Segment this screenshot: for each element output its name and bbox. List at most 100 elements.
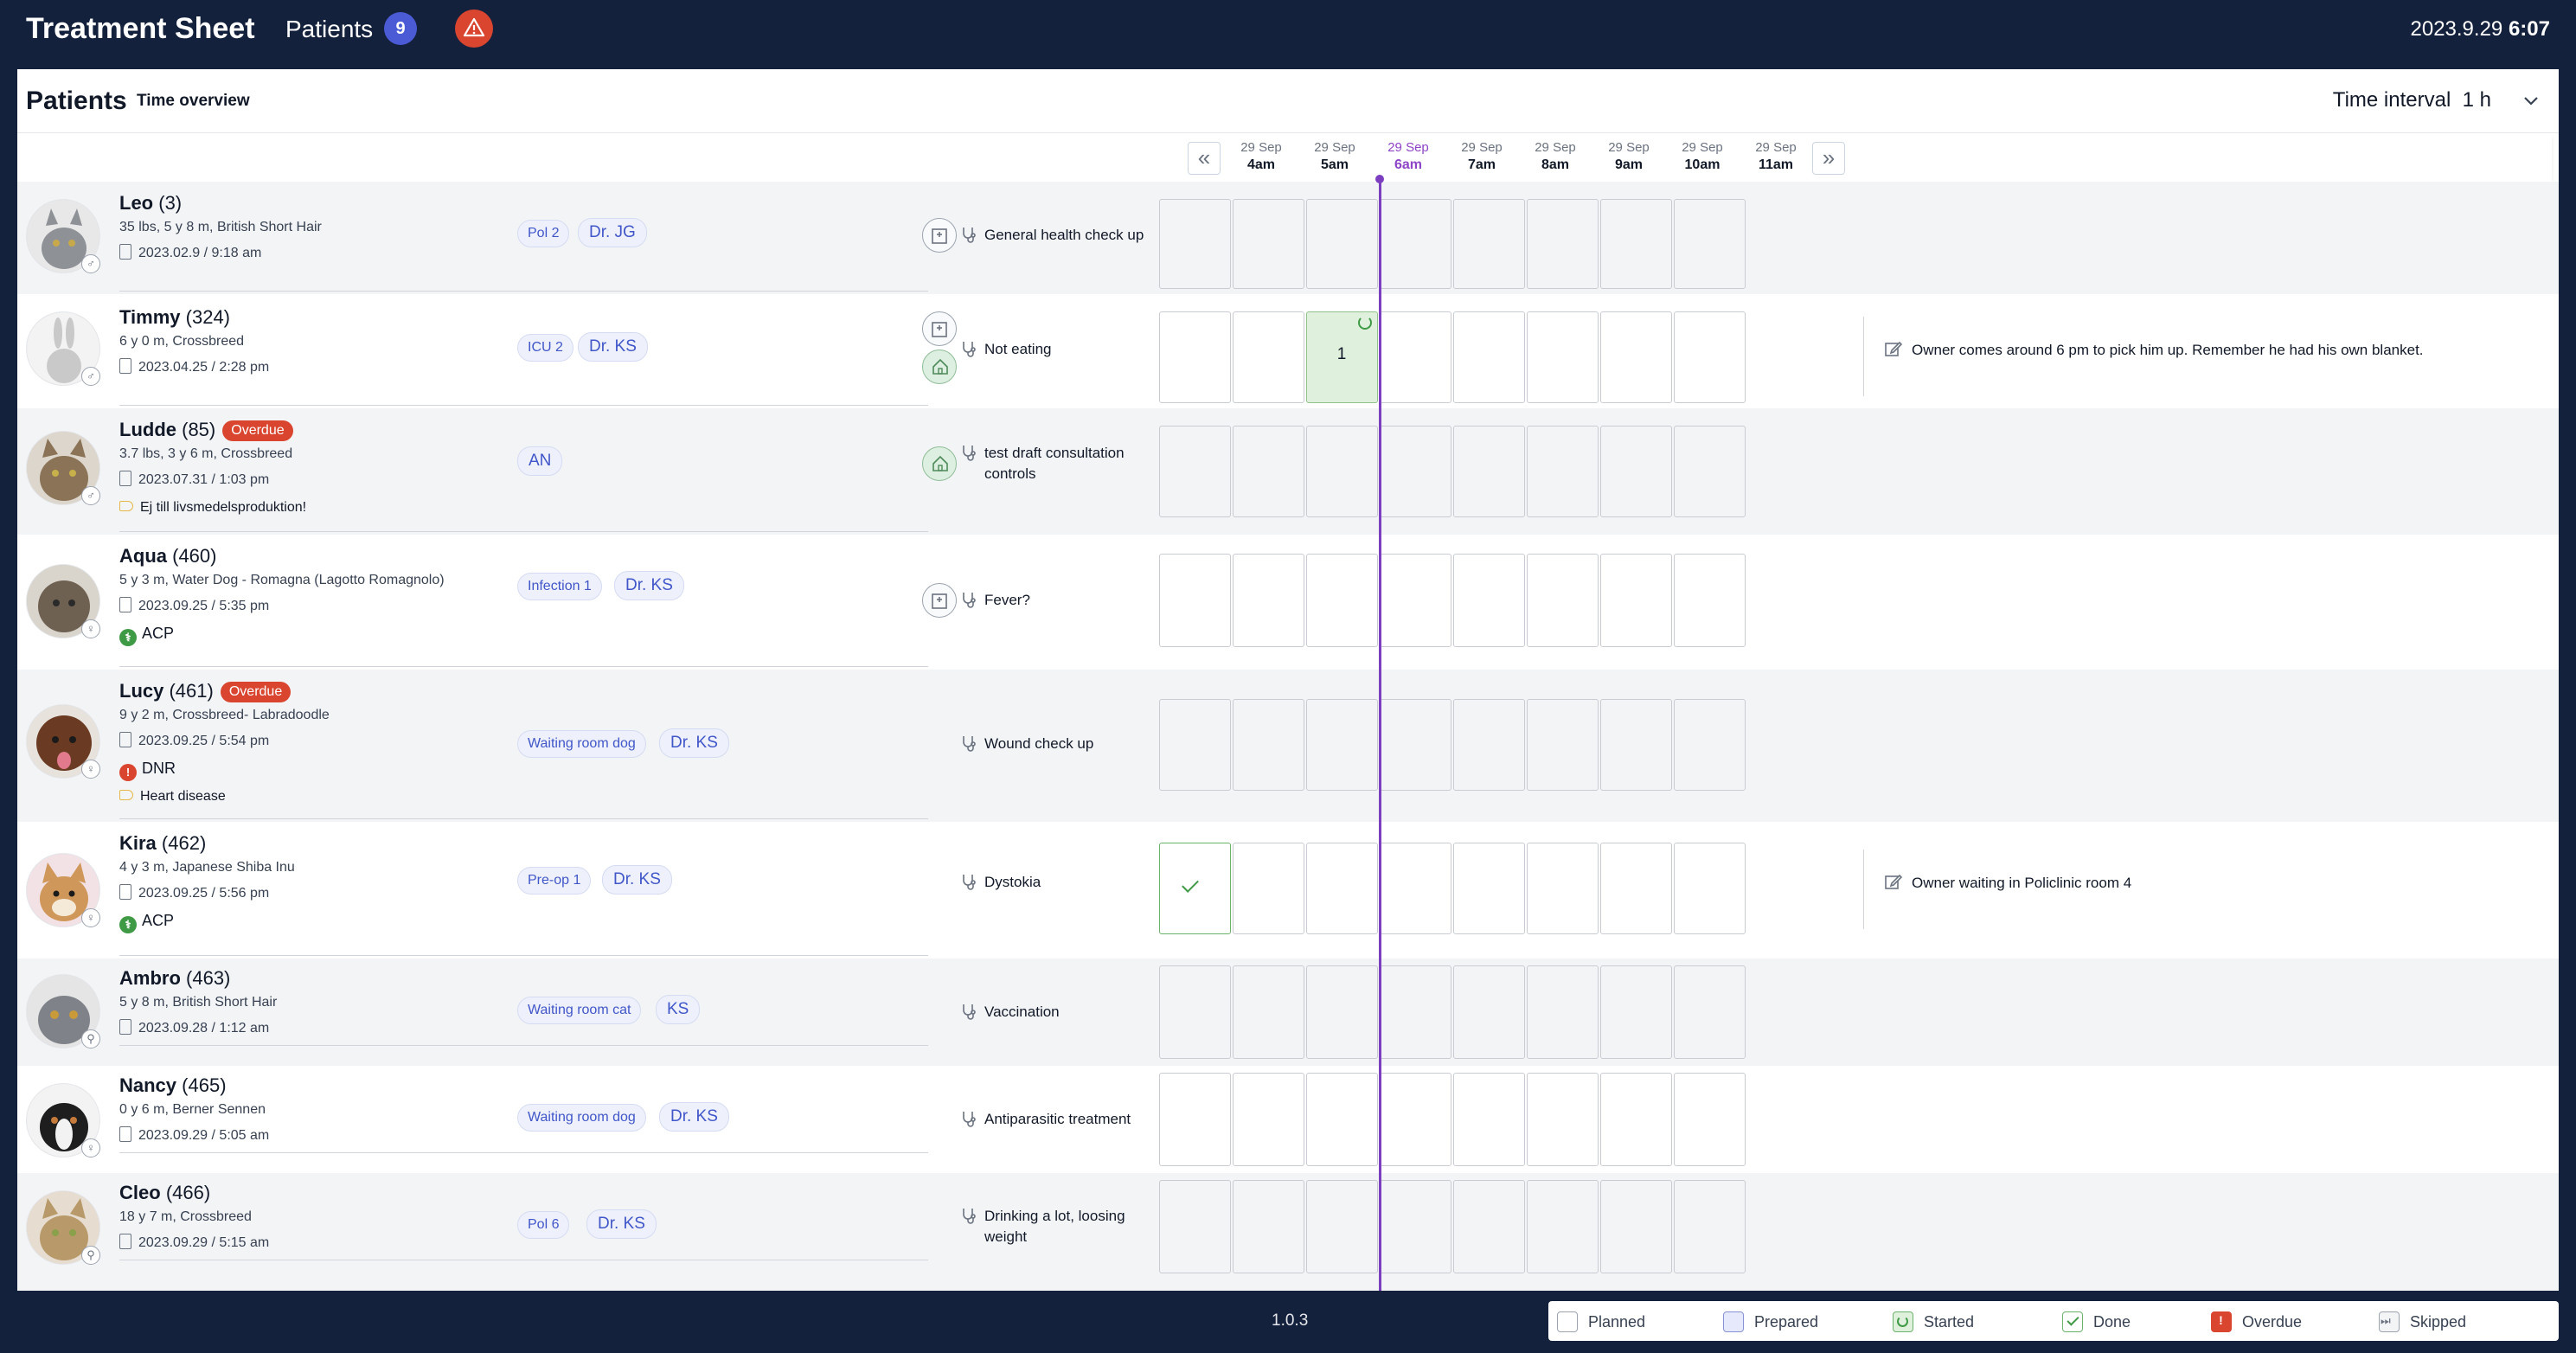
patient-row[interactable]: ♀ Aqua (460) 5 y 3 m, Water Dog - Romagn… bbox=[17, 535, 2559, 670]
slot-cell[interactable] bbox=[1233, 699, 1304, 791]
patient-name[interactable]: Ambro (463) bbox=[119, 967, 230, 990]
patient-row[interactable]: ♀ Nancy (465) 0 y 6 m, Berner Sennen 202… bbox=[17, 1066, 2559, 1173]
slot-cell[interactable] bbox=[1159, 426, 1231, 517]
slot-cell[interactable] bbox=[1527, 199, 1599, 289]
slot-cell[interactable] bbox=[1233, 1073, 1304, 1166]
slot-cell[interactable] bbox=[1159, 965, 1231, 1059]
home-icon[interactable] bbox=[922, 446, 957, 481]
slot-cell[interactable] bbox=[1306, 699, 1378, 791]
patient-name[interactable]: Leo (3) bbox=[119, 192, 182, 215]
patient-name[interactable]: Timmy (324) bbox=[119, 306, 230, 329]
patient-row[interactable]: ♀ Kira (462) 4 y 3 m, Japanese Shiba Inu… bbox=[17, 822, 2559, 959]
hospital-icon[interactable] bbox=[922, 583, 957, 618]
slot-cell[interactable] bbox=[1306, 199, 1378, 289]
slot-cell[interactable] bbox=[1674, 699, 1746, 791]
slot-cell[interactable] bbox=[1674, 965, 1746, 1059]
doctor-chip[interactable]: AN bbox=[517, 446, 563, 476]
slot-cell[interactable] bbox=[1527, 1180, 1599, 1273]
slot-cell[interactable] bbox=[1674, 426, 1746, 517]
slot-cell[interactable] bbox=[1527, 699, 1599, 791]
slot-cell[interactable] bbox=[1159, 199, 1231, 289]
slot-cell[interactable] bbox=[1306, 1073, 1378, 1166]
slot-cell[interactable] bbox=[1233, 843, 1304, 934]
slot-cell[interactable] bbox=[1380, 699, 1451, 791]
patient-row[interactable]: ⚲ Cleo (466) 18 y 7 m, Crossbreed 2023.0… bbox=[17, 1173, 2559, 1291]
hospital-icon[interactable] bbox=[922, 218, 957, 253]
patient-row[interactable]: ♂ Ludde (85) Overdue 3.7 lbs, 3 y 6 m, Cr… bbox=[17, 408, 2559, 535]
slot-cell[interactable] bbox=[1527, 311, 1599, 403]
doctor-chip[interactable]: Dr. KS bbox=[659, 1102, 729, 1132]
slot-cell[interactable] bbox=[1453, 426, 1525, 517]
location-chip[interactable]: Pre-op 1 bbox=[517, 867, 592, 895]
doctor-chip[interactable]: Dr. JG bbox=[578, 218, 647, 247]
slot-cell[interactable] bbox=[1600, 699, 1672, 791]
doctor-chip[interactable]: Dr. KS bbox=[659, 728, 729, 758]
slot-cell[interactable] bbox=[1527, 1073, 1599, 1166]
slot-cell[interactable] bbox=[1380, 1180, 1451, 1273]
slot-cell[interactable] bbox=[1453, 699, 1525, 791]
task-label[interactable]: Drinking a lot, loosing weight bbox=[960, 1206, 1125, 1247]
slot-cell[interactable] bbox=[1233, 1180, 1304, 1273]
slot-cell[interactable] bbox=[1600, 311, 1672, 403]
slot-cell[interactable] bbox=[1600, 1073, 1672, 1166]
hospital-icon[interactable] bbox=[922, 311, 957, 346]
slot-cell[interactable] bbox=[1380, 311, 1451, 403]
slot-cell[interactable] bbox=[1600, 426, 1672, 517]
slot-cell[interactable] bbox=[1233, 199, 1304, 289]
patient-name[interactable]: Aqua (460) bbox=[119, 545, 216, 567]
slot-cell[interactable] bbox=[1674, 554, 1746, 647]
patient-name[interactable]: Lucy (461) Overdue bbox=[119, 680, 292, 702]
timeline-prev-button[interactable]: « bbox=[1188, 142, 1221, 175]
patient-row[interactable]: ♂ Timmy (324) 6 y 0 m, Crossbreed 2023.0… bbox=[17, 294, 2559, 408]
patients-nav-link[interactable]: Patients bbox=[285, 16, 373, 43]
slot-cell[interactable] bbox=[1527, 426, 1599, 517]
slot-cell[interactable] bbox=[1674, 199, 1746, 289]
slot-cell[interactable] bbox=[1527, 965, 1599, 1059]
slot-cell[interactable] bbox=[1453, 199, 1525, 289]
task-label[interactable]: General health check up bbox=[960, 225, 1144, 246]
task-label[interactable]: test draft consultation controls bbox=[960, 443, 1125, 484]
slot-cell[interactable] bbox=[1159, 554, 1231, 647]
alerts-button[interactable] bbox=[455, 10, 493, 48]
home-icon[interactable] bbox=[922, 349, 957, 384]
slot-cell[interactable] bbox=[1306, 426, 1378, 517]
task-label[interactable]: Not eating bbox=[960, 339, 1052, 360]
slot-cell[interactable] bbox=[1453, 965, 1525, 1059]
doctor-chip[interactable]: Dr. KS bbox=[614, 571, 684, 600]
task-label[interactable]: Fever? bbox=[960, 590, 1030, 611]
slot-cell[interactable] bbox=[1453, 1180, 1525, 1273]
location-chip[interactable]: Pol 6 bbox=[517, 1211, 570, 1239]
slot-cell[interactable] bbox=[1600, 554, 1672, 647]
time-interval-select[interactable]: Time interval 1 h bbox=[2333, 88, 2491, 112]
slot-cell[interactable] bbox=[1600, 199, 1672, 289]
slot-cell[interactable] bbox=[1600, 965, 1672, 1059]
location-chip[interactable]: Waiting room dog bbox=[517, 1104, 646, 1132]
slot-cell[interactable] bbox=[1380, 1073, 1451, 1166]
slot-cell[interactable] bbox=[1674, 311, 1746, 403]
location-chip[interactable]: Waiting room cat bbox=[517, 997, 642, 1024]
slot-cell[interactable] bbox=[1233, 311, 1304, 403]
slot-cell[interactable] bbox=[1380, 554, 1451, 647]
slot-cell[interactable] bbox=[1527, 843, 1599, 934]
location-chip[interactable]: Waiting room dog bbox=[517, 730, 646, 758]
slot-cell[interactable] bbox=[1453, 843, 1525, 934]
slot-cell[interactable] bbox=[1674, 843, 1746, 934]
slot-cell[interactable] bbox=[1159, 311, 1231, 403]
task-label[interactable]: Dystokia bbox=[960, 872, 1041, 893]
doctor-chip[interactable]: Dr. KS bbox=[602, 865, 672, 895]
patient-name[interactable]: Kira (462) bbox=[119, 832, 206, 855]
slot-cell[interactable] bbox=[1306, 554, 1378, 647]
patient-name[interactable]: Nancy (465) bbox=[119, 1074, 227, 1097]
slot-cell[interactable] bbox=[1233, 426, 1304, 517]
location-chip[interactable]: ICU 2 bbox=[517, 334, 574, 362]
doctor-chip[interactable]: KS bbox=[656, 995, 701, 1024]
doctor-chip[interactable]: Dr. KS bbox=[578, 332, 648, 362]
patient-note[interactable]: Owner waiting in Policlinic room 4 bbox=[1884, 872, 2131, 892]
slot-cell[interactable] bbox=[1306, 965, 1378, 1059]
slot-cell[interactable] bbox=[1159, 699, 1231, 791]
location-chip[interactable]: Pol 2 bbox=[517, 220, 570, 247]
patient-name[interactable]: Ludde (85) Overdue bbox=[119, 419, 293, 441]
slot-cell[interactable] bbox=[1159, 1073, 1231, 1166]
patient-row[interactable]: ♂ Leo (3) 35 lbs, 5 y 8 m, British Short… bbox=[17, 182, 2559, 294]
slot-cell[interactable] bbox=[1674, 1180, 1746, 1273]
